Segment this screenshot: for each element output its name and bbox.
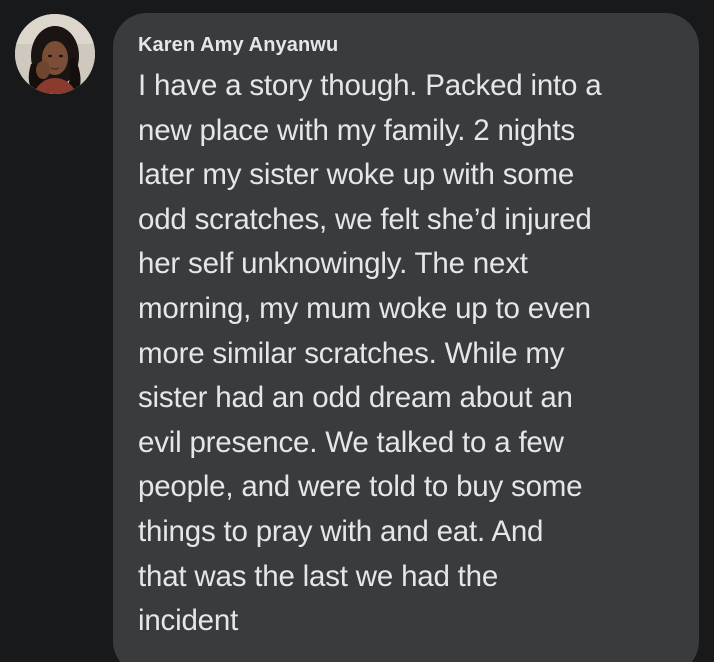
comment-text-line: evil presence. We talked to a few bbox=[138, 425, 564, 459]
comment-text-line: morning, my mum woke up to even bbox=[138, 291, 591, 325]
avatar[interactable] bbox=[15, 14, 95, 94]
comment-text-line: things to pray with and eat. And bbox=[138, 514, 544, 548]
comment: Karen Amy Anyanwu I have a story though.… bbox=[0, 0, 714, 662]
comment-text-line: her self unknowingly. The next bbox=[138, 247, 528, 281]
comment-text-line: incident bbox=[138, 604, 239, 638]
comment-text-line: more similar scratches. While my bbox=[138, 336, 565, 370]
comment-text-line: sister had an odd dream about an bbox=[138, 381, 573, 415]
comment-bubble: Karen Amy Anyanwu I have a story though.… bbox=[113, 13, 699, 662]
comment-author[interactable]: Karen Amy Anyanwu bbox=[138, 34, 338, 57]
profile-photo bbox=[15, 14, 95, 94]
comment-text-line: people, and were told to buy some bbox=[138, 470, 583, 504]
comment-text-line: later my sister woke up with some bbox=[138, 158, 575, 192]
comment-text-line: that was the last we had the bbox=[138, 559, 499, 593]
comment-text-line: odd scratches, we felt she’d injured bbox=[138, 202, 592, 236]
comment-text-line: new place with my family. 2 nights bbox=[138, 113, 575, 147]
comment-text-line: I have a story though. Packed into a bbox=[138, 69, 602, 102]
comment-text: I have a story though. Packed into a new… bbox=[138, 64, 683, 644]
